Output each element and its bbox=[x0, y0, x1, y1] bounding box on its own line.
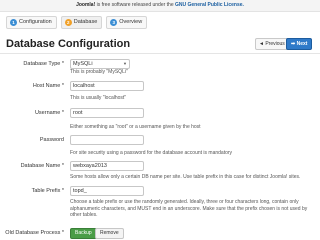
prefix-help-text: Choose a table prefix or use the randoml… bbox=[70, 199, 308, 218]
previous-button[interactable]: ◄ Previous bbox=[255, 38, 289, 50]
gpl-link[interactable]: GNU General Public License. bbox=[175, 2, 244, 8]
step-database[interactable]: 2 Database bbox=[60, 16, 103, 29]
banner-text: is free software released under the bbox=[95, 2, 175, 8]
step-number: 3 bbox=[110, 19, 118, 26]
step-label: Overview bbox=[119, 19, 143, 25]
step-number: 1 bbox=[10, 19, 17, 26]
chevron-down-icon: ▼ bbox=[123, 61, 127, 66]
old-process-label: Old Database Process * bbox=[5, 230, 64, 236]
host-label: Host Name * bbox=[32, 83, 64, 89]
db-type-value: MySQLi bbox=[73, 61, 93, 67]
install-steps: 1 Configuration 2 Database 3 Overview bbox=[6, 16, 148, 29]
joomla-brand: Joomla! bbox=[76, 2, 96, 8]
db-type-help: This is probably "MySQLi" bbox=[70, 69, 128, 75]
username-label: Username * bbox=[34, 110, 64, 116]
backup-button[interactable]: Backup bbox=[70, 228, 97, 239]
host-help: This is usually "localhost" bbox=[70, 95, 127, 101]
password-label: Password bbox=[39, 137, 64, 143]
step-label: Configuration bbox=[19, 19, 52, 25]
next-button[interactable]: ➡ Next bbox=[286, 38, 313, 50]
password-input[interactable] bbox=[70, 135, 144, 145]
db-name-help: Some hosts allow only a certain DB name … bbox=[70, 174, 301, 180]
db-type-label: Database Type * bbox=[23, 61, 64, 67]
step-label: Database bbox=[73, 19, 98, 25]
db-name-label: Database Name * bbox=[20, 163, 64, 169]
host-input[interactable]: localhost bbox=[70, 81, 144, 91]
username-input[interactable]: root bbox=[70, 108, 144, 118]
step-configuration[interactable]: 1 Configuration bbox=[6, 16, 57, 29]
prefix-label: Table Prefix * bbox=[31, 188, 64, 194]
page-title: Database Configuration bbox=[6, 38, 131, 50]
db-type-select[interactable]: MySQLi ▼ bbox=[70, 59, 130, 69]
username-help: Either something as "root" or a username… bbox=[70, 124, 201, 130]
step-number: 2 bbox=[64, 19, 72, 26]
prefix-input[interactable]: topd_ bbox=[70, 186, 144, 196]
prefix-help: Choose a table prefix or use the randoml… bbox=[70, 199, 318, 219]
license-banner: Joomla! is free software released under … bbox=[0, 0, 320, 12]
divider bbox=[0, 53, 320, 54]
step-overview[interactable]: 3 Overview bbox=[106, 16, 148, 29]
db-name-input[interactable]: webxaya2013 bbox=[70, 161, 144, 171]
password-help: For site security using a password for t… bbox=[70, 150, 233, 156]
remove-button[interactable]: Remove bbox=[95, 228, 124, 239]
